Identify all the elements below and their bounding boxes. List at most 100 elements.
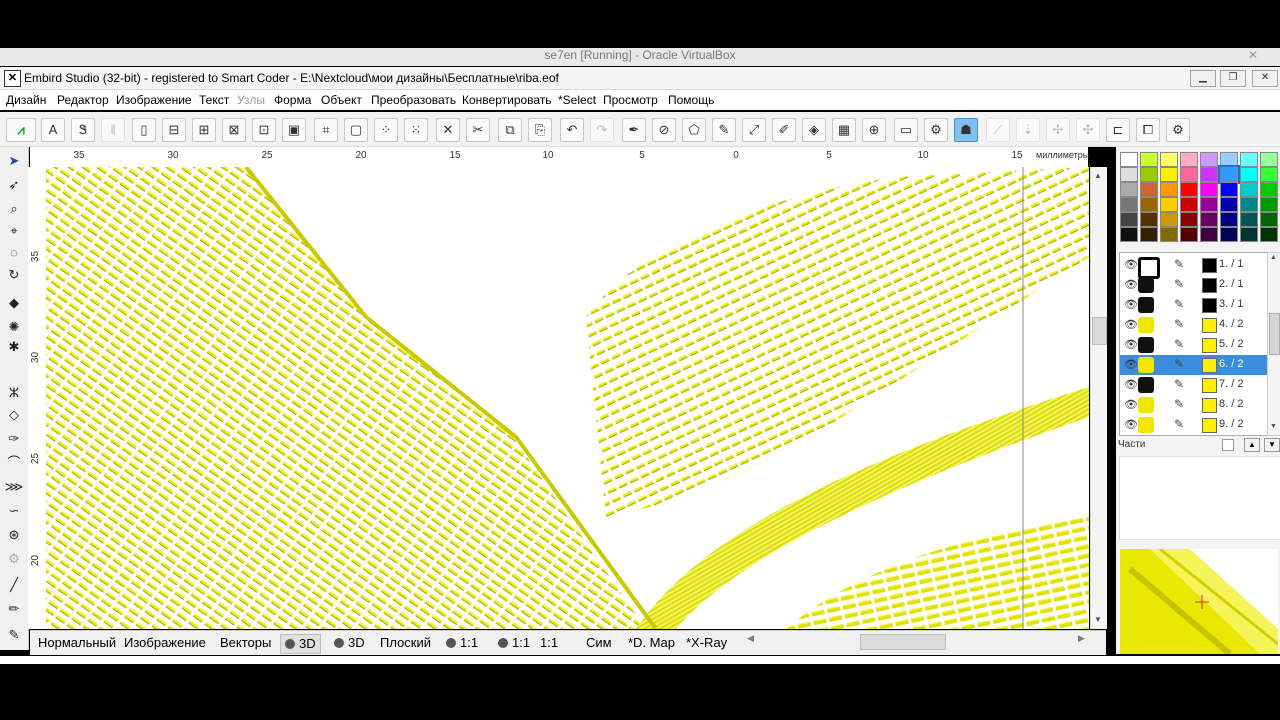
palette-swatch[interactable] xyxy=(1240,212,1258,227)
palette-swatch[interactable] xyxy=(1120,167,1138,182)
palette-swatch[interactable] xyxy=(1180,227,1198,242)
palette-swatch[interactable] xyxy=(1220,212,1238,227)
palette-swatch[interactable] xyxy=(1218,165,1240,184)
object-row[interactable]: 👁 ✎ 9. / 2 xyxy=(1120,415,1268,435)
scroll-up-icon[interactable]: ▲ xyxy=(1094,171,1102,180)
palette-swatch[interactable] xyxy=(1260,152,1278,167)
path-icon[interactable]: ⤢ xyxy=(742,118,766,142)
eraser-icon[interactable]: ◇ xyxy=(3,405,25,425)
text-on-path-icon[interactable]: ǁ xyxy=(101,118,125,142)
frame-icon[interactable]: ▭ xyxy=(894,118,918,142)
menu-shape[interactable]: Форма xyxy=(274,93,311,107)
object-row[interactable]: 👁 ✎ 7. / 2 xyxy=(1120,375,1268,395)
palette-swatch[interactable] xyxy=(1260,197,1278,212)
view-dmap[interactable]: *D. Map xyxy=(624,634,679,652)
knife-icon[interactable]: ✱ xyxy=(3,337,25,357)
scroll-thumb[interactable] xyxy=(1269,313,1280,355)
brush-icon[interactable]: ✐ xyxy=(772,118,796,142)
palette-swatch[interactable] xyxy=(1160,212,1178,227)
paste-icon[interactable]: ⎘ xyxy=(528,118,552,142)
palette-swatch[interactable] xyxy=(1220,227,1238,242)
node-add-icon[interactable]: ✣ xyxy=(1076,118,1100,142)
thread-color-swatch[interactable] xyxy=(1202,298,1217,313)
delete-icon[interactable]: ✕ xyxy=(436,118,460,142)
cut-icon[interactable]: ✂ xyxy=(466,118,490,142)
preview-thumbnail[interactable] xyxy=(1120,549,1278,654)
menu-design[interactable]: Дизайн xyxy=(6,93,46,107)
palette-swatch[interactable] xyxy=(1140,227,1158,242)
palette-swatch[interactable] xyxy=(1240,227,1258,242)
palette-swatch[interactable] xyxy=(1180,212,1198,227)
pen-tool-icon[interactable]: ✑ xyxy=(3,429,25,449)
palette-swatch[interactable] xyxy=(1160,197,1178,212)
menu-text[interactable]: Текст xyxy=(199,93,229,107)
palette-swatch[interactable] xyxy=(1160,182,1178,197)
palette-swatch[interactable] xyxy=(1140,152,1158,167)
scroll-up-icon[interactable]: ▲ xyxy=(1270,254,1277,261)
palette-swatch[interactable] xyxy=(1120,152,1138,167)
palette-swatch[interactable] xyxy=(1260,167,1278,182)
pencil-icon[interactable]: ✎ xyxy=(3,625,25,645)
menu-image[interactable]: Изображение xyxy=(116,93,192,107)
visibility-eye-icon[interactable]: 👁 xyxy=(1124,418,1138,431)
copy-icon[interactable]: ⧉ xyxy=(498,118,522,142)
lasso-2-icon[interactable]: ⌒ xyxy=(3,453,25,473)
vertical-scrollbar[interactable]: ▲ ▼ xyxy=(1090,167,1107,629)
palette-swatch[interactable] xyxy=(1180,167,1198,182)
menu-transform[interactable]: Преобразовать xyxy=(371,93,456,107)
object-row[interactable]: 👁 ✎ 6. / 2 xyxy=(1120,355,1268,375)
align-icon[interactable]: ⟋ xyxy=(986,118,1010,142)
monogram-icon[interactable]: Ꮥ xyxy=(71,118,95,142)
maximize-button[interactable]: ❐ xyxy=(1220,70,1246,87)
palette-swatch[interactable] xyxy=(1160,167,1178,182)
thread-color-swatch[interactable] xyxy=(1202,338,1217,353)
simulation-icon[interactable]: ☗ xyxy=(954,118,978,142)
palette-swatch[interactable] xyxy=(1240,197,1258,212)
scroll-thumb[interactable] xyxy=(1092,317,1107,345)
palette-swatch[interactable] xyxy=(1260,182,1278,197)
window-icon[interactable]: ⧠ xyxy=(1136,118,1160,142)
lock-icon[interactable]: ⊛ xyxy=(3,525,25,545)
satin-column-icon[interactable]: ⵣ xyxy=(3,383,25,403)
object-row[interactable]: 👁 ✎ 5. / 2 xyxy=(1120,335,1268,355)
curve-icon[interactable]: ∽ xyxy=(3,501,25,521)
visibility-eye-icon[interactable]: 👁 xyxy=(1124,338,1138,351)
save-icon[interactable]: ▣ xyxy=(282,118,306,142)
scroll-left-icon[interactable]: ◀ xyxy=(747,633,754,644)
palette-swatch[interactable] xyxy=(1200,152,1218,167)
palette-swatch[interactable] xyxy=(1160,227,1178,242)
view-sim[interactable]: Сим xyxy=(582,634,616,652)
close-button[interactable]: ✕ xyxy=(1252,70,1278,87)
thread-color-swatch[interactable] xyxy=(1202,278,1217,293)
node-icon[interactable]: ✢ xyxy=(1046,118,1070,142)
view-3d-a[interactable]: 3D xyxy=(280,634,321,654)
menu-view[interactable]: Просмотр xyxy=(603,93,658,107)
line-icon[interactable]: ╱ xyxy=(3,575,25,595)
new-file-icon[interactable]: ▯ xyxy=(132,118,156,142)
thread-color-swatch[interactable] xyxy=(1202,318,1217,333)
parts-checkbox[interactable] xyxy=(1222,439,1234,451)
menu-nodes[interactable]: Узлы xyxy=(237,93,265,107)
merge-icon[interactable]: ⊠ xyxy=(222,118,246,142)
ratio-c[interactable]: 1:1 xyxy=(536,634,562,652)
panel-icon[interactable]: ⊏ xyxy=(1106,118,1130,142)
object-row[interactable]: 👁 ✎ 2. / 1 xyxy=(1120,275,1268,295)
palette-swatch[interactable] xyxy=(1240,152,1258,167)
palette-swatch[interactable] xyxy=(1200,227,1218,242)
palette-swatch[interactable] xyxy=(1260,227,1278,242)
grid-icon[interactable]: ▦ xyxy=(832,118,856,142)
palette-swatch[interactable] xyxy=(1140,167,1158,182)
auto-digitize-icon[interactable]: ⩘ xyxy=(6,118,36,142)
zigzag-icon[interactable]: ⋙ xyxy=(3,477,25,497)
palette-swatch[interactable] xyxy=(1220,197,1238,212)
menu-select[interactable]: *Select xyxy=(558,93,596,107)
ratio-a[interactable]: 1:1 xyxy=(442,634,482,652)
objects-scrollbar[interactable]: ▲ ▼ xyxy=(1267,252,1280,436)
view-3d-b[interactable]: 3D xyxy=(330,634,369,652)
palette-swatch[interactable] xyxy=(1120,182,1138,197)
object-row[interactable]: 👁 ✎ 3. / 1 xyxy=(1120,295,1268,315)
thread-color-swatch[interactable] xyxy=(1202,398,1217,413)
select-frame-icon[interactable]: ⌗ xyxy=(314,118,338,142)
view-vectors[interactable]: Векторы xyxy=(216,634,275,652)
palette-swatch[interactable] xyxy=(1120,227,1138,242)
